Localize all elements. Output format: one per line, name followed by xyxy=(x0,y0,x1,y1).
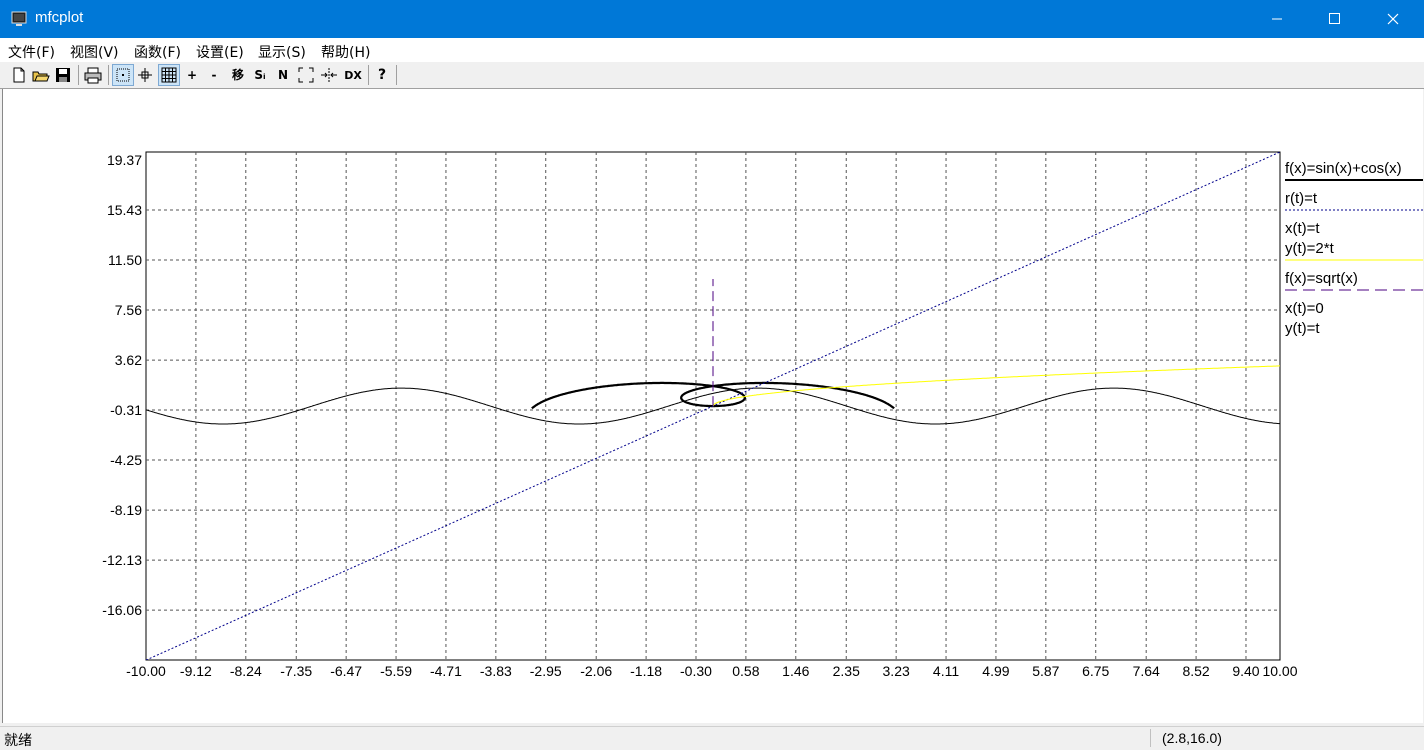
x-tick-label: -10.00 xyxy=(126,663,166,679)
y-tick-label: -16.06 xyxy=(102,602,142,618)
crosshair-icon xyxy=(138,68,152,82)
menu-function[interactable]: 函数(F) xyxy=(134,42,181,62)
x-tick-label: -4.71 xyxy=(430,663,462,679)
menu-file[interactable]: 文件(F) xyxy=(8,42,55,62)
x-tick-label: 3.23 xyxy=(883,663,910,679)
close-icon xyxy=(1387,13,1399,25)
minimize-icon xyxy=(1272,18,1282,20)
zoom-out-icon: - xyxy=(211,68,217,82)
grid-button[interactable] xyxy=(158,64,180,86)
dx-button[interactable]: DX xyxy=(342,65,364,85)
legend-label: r(t)=t xyxy=(1285,190,1318,207)
zoom-in-icon: + xyxy=(186,68,198,82)
zoom-in-button[interactable]: + xyxy=(182,65,202,85)
fit-button[interactable] xyxy=(296,65,316,85)
menu-view[interactable]: 视图(V) xyxy=(70,42,119,62)
y-tick-label: 7.56 xyxy=(115,302,142,318)
x-tick-label: -2.95 xyxy=(530,663,562,679)
x-tick-label: -5.59 xyxy=(380,663,412,679)
n-button[interactable]: N xyxy=(273,65,293,85)
x-tick-label: 0.58 xyxy=(732,663,759,679)
move-button[interactable]: 移 xyxy=(228,65,248,85)
x-tick-label: -6.47 xyxy=(330,663,362,679)
print-button[interactable] xyxy=(83,65,103,85)
s-icon: Sᵢ xyxy=(254,68,266,82)
plot-canvas[interactable]: -10.00 -9.12 -8.24 -7.35 -6.47 -5.59 -4.71 -3.8… xyxy=(3,89,1423,723)
x-tick-label: 7.64 xyxy=(1133,663,1160,679)
point-select-icon xyxy=(116,68,130,82)
open-folder-icon xyxy=(32,71,50,82)
legend-label: y(t)=2*t xyxy=(1285,240,1335,257)
y-tick-label: -12.13 xyxy=(102,552,142,568)
status-text: 就绪 xyxy=(4,733,32,749)
x-tick-label: -7.35 xyxy=(280,663,312,679)
maximize-icon xyxy=(1329,13,1340,24)
n-icon: N xyxy=(277,68,289,82)
x-tick-label: -3.83 xyxy=(480,663,512,679)
window-title: mfcplot xyxy=(35,9,84,26)
zoom-out-button[interactable]: - xyxy=(204,65,224,85)
legend-label: y(t)=t xyxy=(1285,320,1320,337)
menu-display[interactable]: 显示(S) xyxy=(258,42,306,62)
y-tick-label: 19.37 xyxy=(107,152,142,168)
x-tick-label: 4.11 xyxy=(933,663,959,679)
menu-settings[interactable]: 设置(E) xyxy=(196,42,244,62)
s-button[interactable]: Sᵢ xyxy=(250,65,270,85)
minimize-button[interactable] xyxy=(1248,0,1306,38)
legend-label: x(t)=t xyxy=(1285,220,1320,237)
y-tick-label: -4.25 xyxy=(110,452,142,468)
x-tick-label: 1.46 xyxy=(782,663,809,679)
x-tick-label: -8.24 xyxy=(230,663,262,679)
x-tick-label: 5.87 xyxy=(1032,663,1059,679)
x-tick-label: -1.18 xyxy=(630,663,662,679)
toolbar: + - 移 Sᵢ N DX ? xyxy=(0,62,1424,89)
point-select-button[interactable] xyxy=(112,64,134,86)
y-tick-label: -8.19 xyxy=(110,502,142,518)
grid-icon xyxy=(161,67,177,83)
plot-area[interactable]: -10.00 -9.12 -8.24 -7.35 -6.47 -5.59 -4.71 -3.8… xyxy=(2,89,1423,723)
crosshair-button[interactable] xyxy=(135,65,155,85)
new-button[interactable] xyxy=(9,65,29,85)
y-tick-label: 3.62 xyxy=(115,352,142,368)
x-tick-label: 8.52 xyxy=(1182,663,1209,679)
monitor-app-icon xyxy=(11,11,27,26)
dx-icon: DX xyxy=(344,69,362,82)
split-icon xyxy=(321,68,337,82)
x-tick-label: -0.30 xyxy=(680,663,712,679)
x-tick-label: -2.06 xyxy=(580,663,612,679)
open-button[interactable] xyxy=(31,65,51,85)
x-tick-label: 4.99 xyxy=(982,663,1009,679)
y-tick-label: -0.31 xyxy=(110,402,142,418)
legend-label: x(t)=0 xyxy=(1285,300,1324,317)
menu-help[interactable]: 帮助(H) xyxy=(321,42,370,62)
fit-icon xyxy=(298,67,314,83)
title-bar: mfcplot xyxy=(0,0,1424,38)
menu-bar: 文件(F) 视图(V) 函数(F) 设置(E) 显示(S) 帮助(H) xyxy=(0,38,1424,62)
new-file-icon xyxy=(13,67,25,83)
maximize-button[interactable] xyxy=(1306,0,1364,38)
status-bar: 就绪 (2.8,16.0) xyxy=(0,726,1424,749)
save-icon xyxy=(56,68,70,82)
y-tick-label: 15.43 xyxy=(107,202,142,218)
print-icon xyxy=(84,67,102,84)
help-button[interactable]: ? xyxy=(372,65,392,85)
close-button[interactable] xyxy=(1364,0,1422,38)
x-tick-label: 2.35 xyxy=(833,663,860,679)
save-button[interactable] xyxy=(53,65,73,85)
help-icon: ? xyxy=(377,67,387,83)
split-button[interactable] xyxy=(319,65,339,85)
x-tick-label: 10.00 xyxy=(1262,663,1297,679)
y-tick-label: 11.50 xyxy=(108,252,142,268)
move-icon: 移 xyxy=(231,68,244,82)
x-tick-label: 6.75 xyxy=(1082,663,1109,679)
legend-label: f(x)=sin(x)+cos(x) xyxy=(1285,160,1402,177)
cursor-coordinates: (2.8,16.0) xyxy=(1162,730,1222,746)
legend-label: f(x)=sqrt(x) xyxy=(1285,270,1358,287)
x-tick-label: -9.12 xyxy=(180,663,212,679)
x-tick-label: 9.40 xyxy=(1232,663,1259,679)
